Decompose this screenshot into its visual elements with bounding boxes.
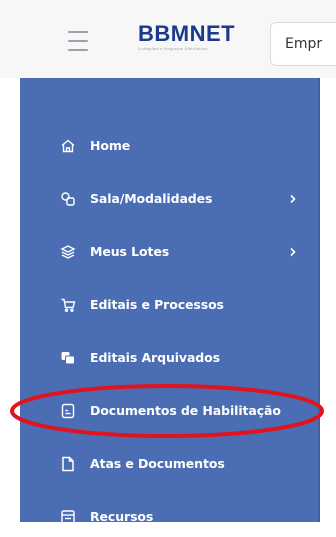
sidebar-item-recursos[interactable]: Recursos <box>20 497 320 537</box>
sidebar-item-label: Editais e Processos <box>90 297 224 312</box>
sidebar-item-label: Documentos de Habilitação <box>90 403 281 418</box>
sidebar-item-atas-documentos[interactable]: Atas e Documentos <box>20 444 320 484</box>
sidebar-item-label: Home <box>90 138 131 153</box>
chevron-right-icon <box>288 191 298 207</box>
home-icon <box>60 138 76 154</box>
archive-icon <box>60 350 76 366</box>
sidebar-item-label: Atas e Documentos <box>90 456 225 471</box>
sidebar-item-sala-modalidades[interactable]: Sala/Modalidades <box>20 179 320 219</box>
document-icon <box>60 403 76 419</box>
sidebar-item-home[interactable]: Home <box>20 126 320 166</box>
file-icon <box>60 456 76 472</box>
sidebar: Home Sala/Modalidades Meus Lotes Editais… <box>20 78 320 524</box>
sidebar-item-label: Editais Arquivados <box>90 350 220 365</box>
sidebar-item-editais-arquivados[interactable]: Editais Arquivados <box>20 338 320 378</box>
layers-icon <box>60 244 76 260</box>
sidebar-item-label: Recursos <box>90 509 154 524</box>
sidebar-item-label: Meus Lotes <box>90 244 170 259</box>
rooms-icon <box>60 191 76 207</box>
hamburger-menu-icon[interactable] <box>60 28 96 54</box>
sidebar-item-meus-lotes[interactable]: Meus Lotes <box>20 232 320 272</box>
sidebar-item-label: Sala/Modalidades <box>90 191 213 206</box>
empr-tab[interactable]: Empr <box>270 22 336 66</box>
sidebar-item-editais-processos[interactable]: Editais e Processos <box>20 285 320 325</box>
sidebar-item-documentos-habilitacao[interactable]: Documentos de Habilitação <box>20 391 320 431</box>
top-bar: BBMNET Licitações e Negócios Eletrônicos… <box>0 0 336 78</box>
cart-icon <box>60 297 76 313</box>
bbmnet-logo[interactable]: BBMNET Licitações e Negócios Eletrônicos <box>138 22 254 58</box>
form-icon <box>60 509 76 525</box>
chevron-right-icon <box>288 244 298 260</box>
